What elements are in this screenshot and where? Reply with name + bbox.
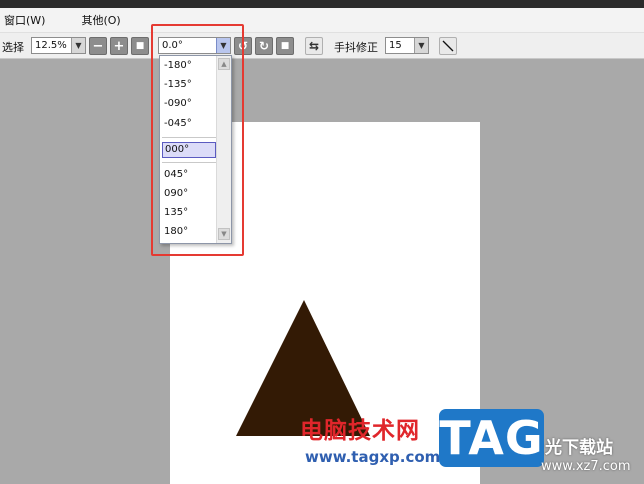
- zoom-select[interactable]: 12.5% ▼: [31, 37, 86, 54]
- stabilizer-label: 手抖修正: [334, 41, 378, 54]
- zoom-reset-button[interactable]: ■: [131, 37, 149, 55]
- rotation-reset-button[interactable]: ■: [276, 37, 294, 55]
- watermark-url: www.tagxp.com: [305, 448, 441, 466]
- chevron-down-icon[interactable]: ▼: [414, 38, 428, 53]
- zoom-in-button[interactable]: +: [110, 37, 128, 55]
- menu-bar: 窗口(W) 其他(O): [0, 8, 644, 33]
- tag-logo: TAG: [439, 409, 544, 467]
- chevron-down-icon[interactable]: ▼: [71, 38, 85, 53]
- flip-horizontal-icon: ⇆: [308, 39, 320, 53]
- title-strip: [0, 0, 644, 8]
- menu-other[interactable]: 其他(O): [75, 12, 126, 28]
- square-icon: ■: [135, 40, 145, 51]
- flip-button[interactable]: ⇆: [305, 37, 323, 55]
- watermark-site-name: 电脑技术网: [300, 418, 420, 444]
- square-icon: ■: [280, 40, 290, 51]
- watermark-brand: 光下载站: [545, 438, 613, 458]
- stabilizer-select[interactable]: 15 ▼: [385, 37, 429, 54]
- zoom-value: 12.5%: [35, 40, 67, 51]
- pen-tool-button[interactable]: [439, 37, 457, 55]
- rotate-right-icon: ↻: [258, 39, 270, 53]
- toolbar: 选择 12.5% ▼ − + ■ 0.0° ▼ ↺ ↻ ■ ⇆ 手抖修正 15 …: [0, 33, 644, 59]
- plus-icon: +: [113, 38, 125, 54]
- minus-icon: −: [92, 38, 104, 54]
- zoom-out-button[interactable]: −: [89, 37, 107, 55]
- line-tool-icon: [442, 40, 454, 52]
- select-label: 选择: [2, 41, 24, 54]
- rotate-right-button[interactable]: ↻: [255, 37, 273, 55]
- highlight-annotation-box: [151, 24, 244, 256]
- watermark-brand-url: www.xz7.com: [541, 459, 631, 474]
- menu-window[interactable]: 窗口(W): [0, 12, 51, 28]
- stabilizer-value: 15: [389, 40, 402, 51]
